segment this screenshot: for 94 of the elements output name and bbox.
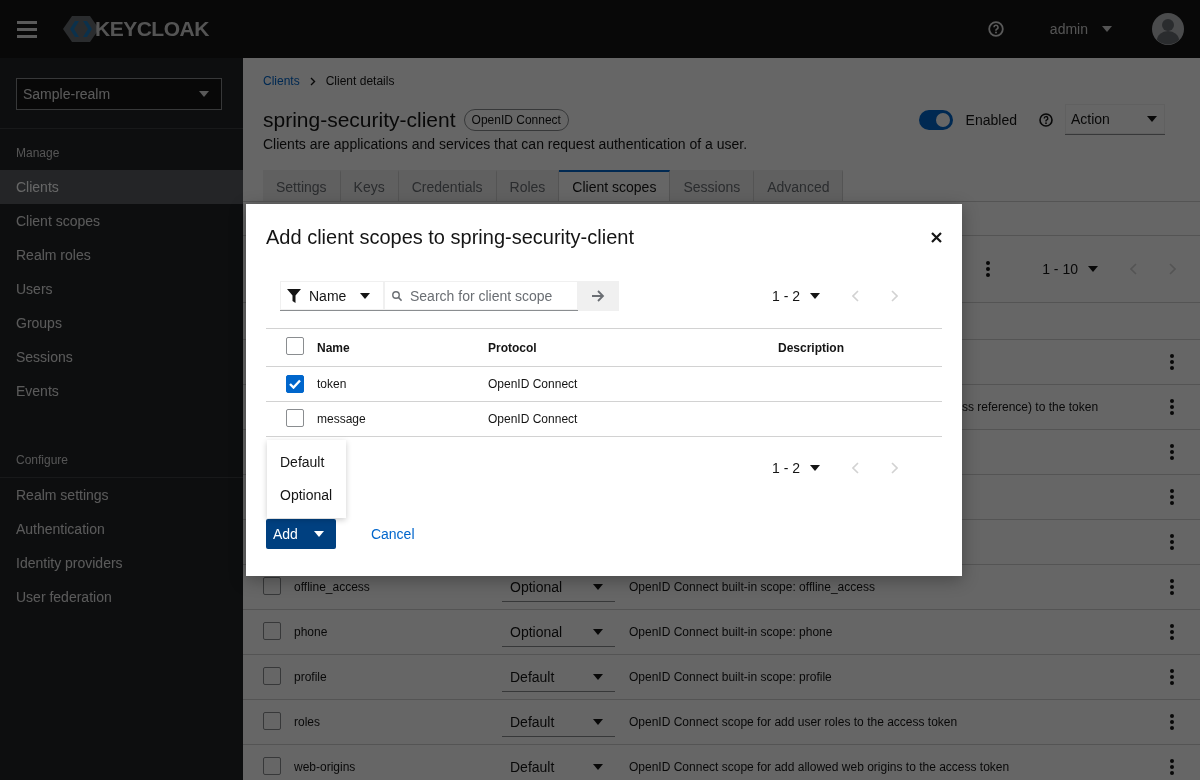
protocol-cell: OpenID Connect xyxy=(488,377,578,391)
nav-item[interactable]: Identity providers xyxy=(0,546,243,580)
scope-name: offline_access xyxy=(294,580,371,594)
caret-icon xyxy=(360,292,370,299)
page-title: spring-security-client xyxy=(263,107,456,132)
add-button[interactable]: Add xyxy=(266,519,336,549)
toggle-label: Enabled xyxy=(965,111,1017,128)
arrow-right-icon xyxy=(592,290,605,302)
caret-icon xyxy=(593,763,603,770)
chevron-right-icon xyxy=(309,76,316,86)
nav-section-title: Manage xyxy=(15,145,61,162)
caret-icon xyxy=(593,628,603,635)
checkbox[interactable] xyxy=(263,576,281,595)
caret-icon xyxy=(1102,26,1112,32)
caret-icon xyxy=(199,91,209,97)
nav-item[interactable]: Client scopes xyxy=(0,204,243,238)
logo-text: KEYCLOAK xyxy=(95,17,209,41)
dialog-title: Add client scopes to spring-security-client xyxy=(266,226,634,249)
close-icon[interactable] xyxy=(931,232,942,243)
checkbox[interactable] xyxy=(263,621,281,640)
filter-icon xyxy=(287,288,301,303)
scope-description: OpenID Connect built-in scope: profile xyxy=(629,670,833,684)
nav-item[interactable]: Clients xyxy=(0,170,243,204)
nav-item[interactable]: Users xyxy=(0,272,243,306)
checkbox[interactable] xyxy=(263,711,281,730)
caret-icon xyxy=(810,465,820,471)
kebab-icon[interactable] xyxy=(1170,579,1174,595)
menu-icon[interactable] xyxy=(17,20,37,38)
caret-icon xyxy=(1088,266,1098,272)
cancel-link[interactable]: Cancel xyxy=(362,526,423,542)
checkbox[interactable] xyxy=(263,666,281,685)
kebab-icon[interactable] xyxy=(1170,714,1174,730)
search-icon xyxy=(392,288,402,303)
kebab-icon[interactable] xyxy=(1170,399,1174,415)
enabled-toggle[interactable] xyxy=(918,109,953,130)
nav-item[interactable]: Groups xyxy=(0,306,243,340)
kebab-icon[interactable] xyxy=(1170,444,1174,460)
tab[interactable]: Client scopes xyxy=(559,170,671,201)
nav-section-title: Configure xyxy=(15,452,70,469)
caret-icon xyxy=(593,583,603,590)
pagination-toggle[interactable]: 1 - 2 xyxy=(772,282,820,310)
scope-description: ss reference) to the token xyxy=(962,400,1100,414)
kebab-icon[interactable] xyxy=(1170,759,1174,775)
menu-item[interactable]: Default xyxy=(267,446,346,479)
checkbox[interactable] xyxy=(286,408,304,427)
help-icon[interactable] xyxy=(1039,112,1053,127)
column-header: Description xyxy=(778,340,844,355)
kebab-icon[interactable] xyxy=(1170,534,1174,550)
checkbox[interactable] xyxy=(286,337,304,355)
nav-item[interactable]: Realm settings xyxy=(0,478,243,512)
nav-item[interactable]: Sessions xyxy=(0,340,243,374)
scope-name: token xyxy=(317,377,347,391)
scope-description: OpenID Connect built-in scope: offline_access xyxy=(629,580,876,594)
caret-icon xyxy=(593,673,603,680)
action-dropdown[interactable]: Action xyxy=(1065,104,1165,135)
page-description: Clients are applications and services that can request authentication of a user. xyxy=(263,136,749,152)
menu-item[interactable]: Optional xyxy=(267,479,346,512)
user-menu[interactable]: admin xyxy=(1049,21,1112,37)
nav-item[interactable]: User federation xyxy=(0,580,243,614)
scope-name: phone xyxy=(294,625,329,639)
breadcrumb-link[interactable]: Clients xyxy=(263,74,300,88)
check-icon xyxy=(289,379,301,389)
kebab-icon[interactable] xyxy=(1170,624,1174,640)
column-header: Protocol xyxy=(488,340,537,355)
caret-icon xyxy=(593,718,603,725)
avatar-icon[interactable] xyxy=(1152,13,1184,45)
kebab-icon[interactable] xyxy=(1170,489,1174,505)
nav-item[interactable]: Authentication xyxy=(0,512,243,546)
search-field[interactable]: Search for client scope xyxy=(384,281,578,311)
scope-name: profile xyxy=(294,670,328,684)
search-button[interactable] xyxy=(578,281,619,311)
kebab-icon[interactable] xyxy=(1170,669,1174,685)
nav-item[interactable]: Events xyxy=(0,374,243,408)
nav-item[interactable]: Realm roles xyxy=(0,238,243,272)
kebab-icon[interactable] xyxy=(986,261,991,277)
pagination-toggle[interactable]: 1 - 10 xyxy=(1042,255,1098,283)
realm-select[interactable]: Sample-realm xyxy=(16,78,222,110)
filter-dropdown[interactable]: Name xyxy=(280,281,384,311)
column-header: Name xyxy=(317,340,350,355)
scope-name: roles xyxy=(294,715,321,729)
checkbox[interactable] xyxy=(263,756,281,775)
scope-name: message xyxy=(317,412,366,426)
checkbox[interactable] xyxy=(286,375,304,393)
caret-icon xyxy=(1147,116,1157,122)
scope-name: web-origins xyxy=(294,760,357,774)
scope-description: OpenID Connect built-in scope: phone xyxy=(629,625,834,639)
caret-icon xyxy=(810,293,820,299)
pagination-toggle[interactable]: 1 - 2 xyxy=(772,454,820,482)
breadcrumb-current: Client details xyxy=(325,74,395,88)
scope-description: OpenID Connect scope for add user roles to the access token xyxy=(629,715,959,729)
kebab-icon[interactable] xyxy=(1170,354,1174,370)
protocol-cell: OpenID Connect xyxy=(488,412,578,426)
scope-description: OpenID Connect scope for add allowed web origins to the access token xyxy=(629,760,1011,774)
caret-icon xyxy=(313,531,324,537)
